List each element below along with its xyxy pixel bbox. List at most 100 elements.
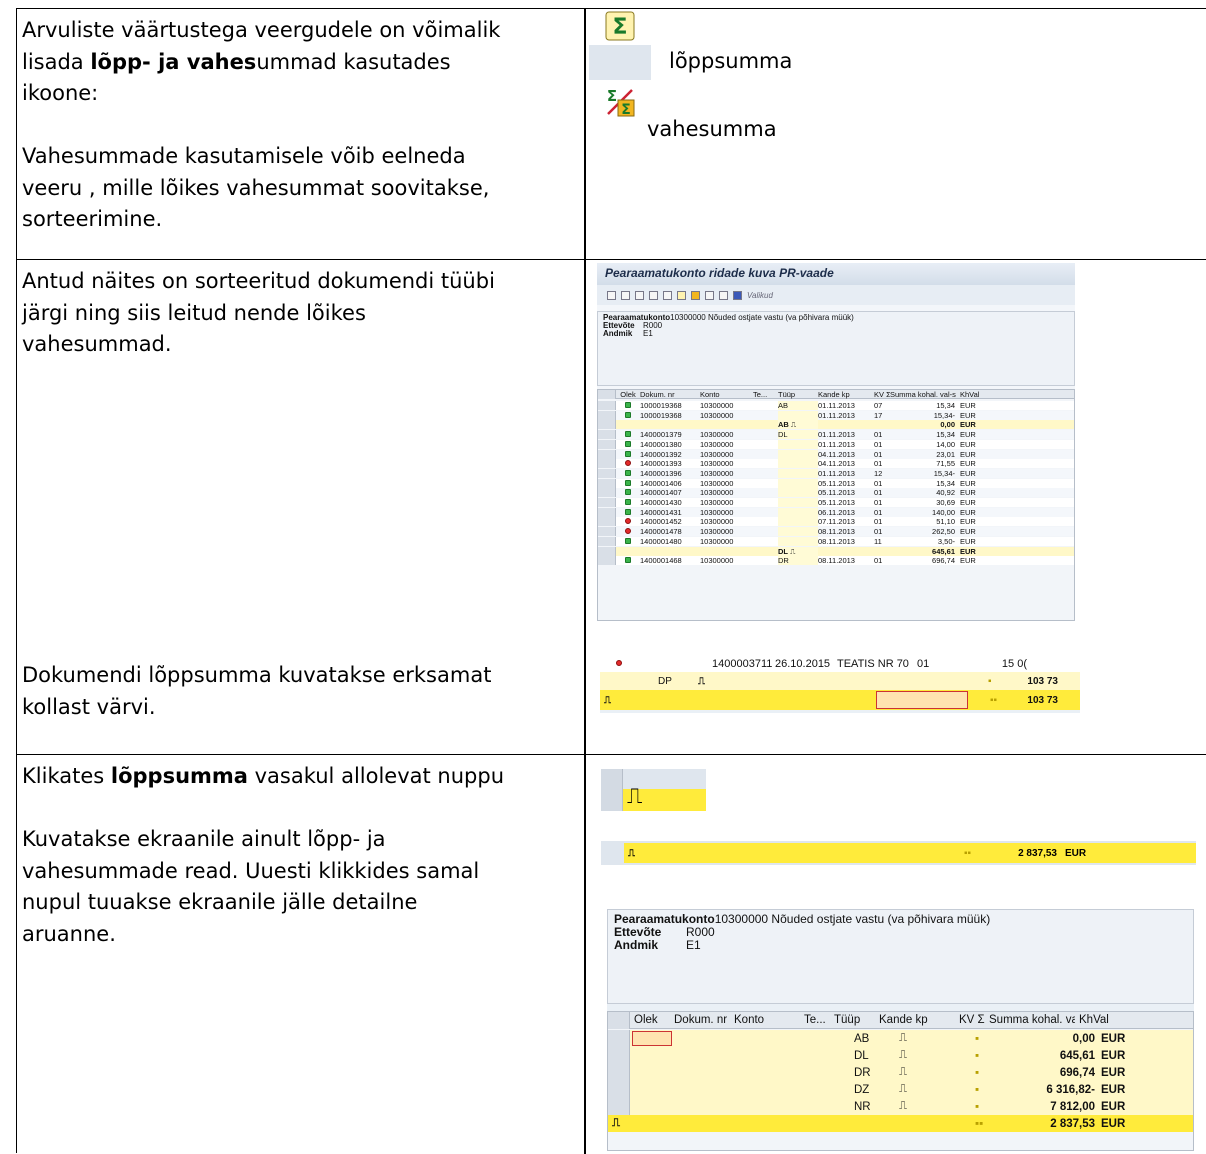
table-row[interactable]: 1400001392 10300000 04.11.2013 01 23,01 EUR — [598, 449, 1074, 459]
cell-tyyp — [778, 498, 818, 507]
subtotal-row[interactable]: DZ ⎍ ▪ 6 316,82- EUR — [608, 1081, 1193, 1098]
total-toggle-icon[interactable]: ⎍ — [608, 1117, 895, 1130]
subtotal-value: 103 73 — [1027, 675, 1058, 687]
table-row[interactable]: 1400001406 10300000 05.11.2013 01 15,34 EUR — [598, 478, 1074, 488]
status-red-icon — [615, 660, 622, 666]
subtotal-row[interactable]: DL ⎍ ▪ 645,61 EUR — [608, 1047, 1193, 1064]
sigma-subtotal-icon[interactable]: ΣΣ — [603, 85, 637, 119]
table-row[interactable]: 1400001452 10300000 07.11.2013 01 51,10 EUR — [598, 517, 1074, 527]
cell-summa: 696,74 — [932, 556, 955, 566]
toolbar: Valikud — [597, 285, 1075, 305]
column-header[interactable]: KhVal — [958, 390, 988, 399]
column-header[interactable]: Summa kohal. val-s — [985, 1014, 1075, 1026]
status-green-icon — [625, 450, 631, 457]
doc-amount: 15 0( — [1001, 657, 1027, 670]
table-row[interactable]: 1000019368 10300000 AB 01.11.2013 07 15,34 EUR — [598, 401, 1074, 410]
sigma-subtotal-icon[interactable] — [691, 290, 700, 300]
status-green-icon — [625, 537, 631, 544]
sort-icon[interactable] — [649, 290, 658, 300]
column-header[interactable]: KhVal — [1075, 1014, 1117, 1026]
subtotal-row[interactable]: DR ⎍ ▪ 696,74 EUR — [608, 1064, 1193, 1081]
column-header[interactable]: KV Σ — [955, 1014, 985, 1026]
column-header[interactable]: Te... — [753, 390, 778, 399]
column-header[interactable]: Olek — [616, 390, 640, 399]
subtotal-row[interactable]: DL ⎍ 645,61 EUR — [598, 546, 1074, 556]
text-line: lisada lõpp- ja vahesummad kasutades — [22, 49, 451, 74]
sigma-total-icon[interactable] — [677, 290, 686, 300]
sigma-total-icon[interactable]: Σ — [603, 9, 637, 43]
cell-kp: 01.11.2013 — [818, 468, 855, 478]
cell-summa: 0,00 — [940, 420, 955, 430]
cell-doc: 1400001392 — [640, 449, 682, 459]
layout-icon[interactable] — [608, 1012, 630, 1029]
toolbar-options[interactable]: Valikud — [747, 291, 773, 300]
total-toggle-icon[interactable]: ⎍ — [627, 783, 642, 809]
table-row[interactable]: 1400001430 10300000 05.11.2013 01 30,69 EUR — [598, 498, 1074, 507]
edit-icon[interactable] — [621, 290, 630, 300]
table-row[interactable]: 1400001396 10300000 01.11.2013 12 15,34- EUR — [598, 468, 1074, 478]
table-row[interactable]: 1400001480 10300000 08.11.2013 11 3,50- EUR — [598, 536, 1074, 546]
total-button-zoom: ⎍ — [601, 769, 706, 811]
table-row[interactable]: 1400001468 10300000 DR 08.11.2013 01 696,74 EU… — [598, 556, 1074, 566]
cell-kv: 12 — [874, 468, 883, 478]
subtotal-row[interactable]: AB ⎍ 0,00 EUR — [598, 420, 1074, 430]
document-table: Arvuliste väärtustega veergudele on võim… — [16, 8, 1206, 1154]
export-icon[interactable] — [719, 290, 728, 300]
back-icon[interactable] — [607, 290, 616, 300]
cell-kv: 01 — [874, 430, 883, 440]
summary-grid: Olek Dokum. nr Konto Te... Tüüp Kande kp KV ΣS… — [607, 1011, 1194, 1151]
table-row[interactable]: 1400001478 10300000 08.11.2013 01 262,50 EUR — [598, 527, 1074, 537]
total-toggle-icon[interactable]: ⎍ — [624, 848, 964, 859]
cell-konto: 10300000 — [700, 498, 734, 507]
cell-val: EUR — [960, 527, 976, 537]
status-green-icon — [625, 469, 631, 476]
table-row[interactable]: 1400001431 10300000 06.11.2013 01 140,00 EUR — [598, 507, 1074, 517]
layout-icon[interactable] — [733, 290, 742, 300]
column-header[interactable]: Te... — [800, 1014, 830, 1026]
column-header[interactable]: Summa kohal. val-s — [890, 390, 958, 399]
column-header[interactable]: Kande kp — [875, 1014, 955, 1026]
cell-kv: 01 — [874, 517, 883, 527]
selected-cell[interactable] — [632, 1031, 672, 1046]
table-row-toggle: Klikates lõppsumma vasakul allolevat nup… — [17, 755, 1206, 1154]
table-row[interactable]: 1400001407 10300000 05.11.2013 01 40,92 EUR — [598, 488, 1074, 498]
svg-text:Σ: Σ — [621, 102, 631, 118]
table-row[interactable]: 1400001393 10300000 04.11.2013 01 71,55 EUR — [598, 459, 1074, 469]
status-green-icon — [625, 431, 631, 438]
column-header[interactable]: KV Σ — [874, 390, 890, 399]
svg-text:Σ: Σ — [612, 15, 627, 40]
total-toggle-icon[interactable]: ⎍ — [600, 695, 620, 706]
table-row[interactable]: 1000019368 10300000 01.11.2013 17 15,34- EUR — [598, 410, 1074, 420]
column-header[interactable]: Dokum. nr — [640, 390, 700, 399]
cell-tyyp: AB — [778, 401, 818, 410]
subtotal-row[interactable]: AB ⎍ ▪ 0,00 EUR — [608, 1030, 1193, 1047]
filter-icon[interactable] — [663, 290, 672, 300]
selected-cell[interactable] — [876, 691, 968, 709]
text-line: veeru , mille lõikes vahesummat soovitak… — [22, 175, 490, 200]
column-header[interactable]: Kande kp — [818, 390, 874, 399]
subtotal-icon: ⎍ — [899, 1049, 908, 1061]
subtotal-row[interactable]: NR ⎍ ▪ 7 812,00 EUR — [608, 1098, 1193, 1115]
table-row[interactable]: 1400001380 10300000 01.11.2013 01 14,00 EUR — [598, 439, 1074, 449]
layout-icon[interactable] — [598, 390, 616, 399]
status-red-icon — [625, 518, 631, 525]
currency: EUR — [1065, 847, 1087, 859]
column-header[interactable]: Olek — [630, 1014, 670, 1026]
text-line: nupul tuuakse ekraanile jälle detailne — [22, 890, 418, 914]
column-header[interactable]: Konto — [700, 390, 753, 399]
text-line: kollast värvi. — [22, 694, 156, 719]
total-row[interactable]: ⎍ ▪▪ 2 837,53 EUR — [608, 1115, 1193, 1132]
cell-val: EUR — [960, 430, 976, 440]
column-header[interactable]: Konto — [730, 1014, 800, 1026]
detail-icon[interactable] — [635, 290, 644, 300]
total-label: lõppsumma — [669, 49, 793, 73]
sap-report-window: Pearaamatukonto ridade kuva PR-vaade Val… — [597, 263, 1075, 621]
column-header[interactable]: Tüüp — [830, 1014, 875, 1026]
table-row[interactable]: 1400001379 10300000 DL 01.11.2013 01 15,34 EUR — [598, 430, 1074, 440]
column-header[interactable]: Tüüp — [778, 390, 818, 399]
column-header[interactable]: Dokum. nr — [670, 1014, 730, 1026]
status-green-icon — [625, 489, 631, 496]
report-grid: Olek Dokum. nr Konto Te... Tüüp Kande kp KV ΣS… — [597, 389, 1075, 621]
cell-tyyp: DR — [854, 1066, 871, 1079]
print-icon[interactable] — [705, 290, 714, 300]
